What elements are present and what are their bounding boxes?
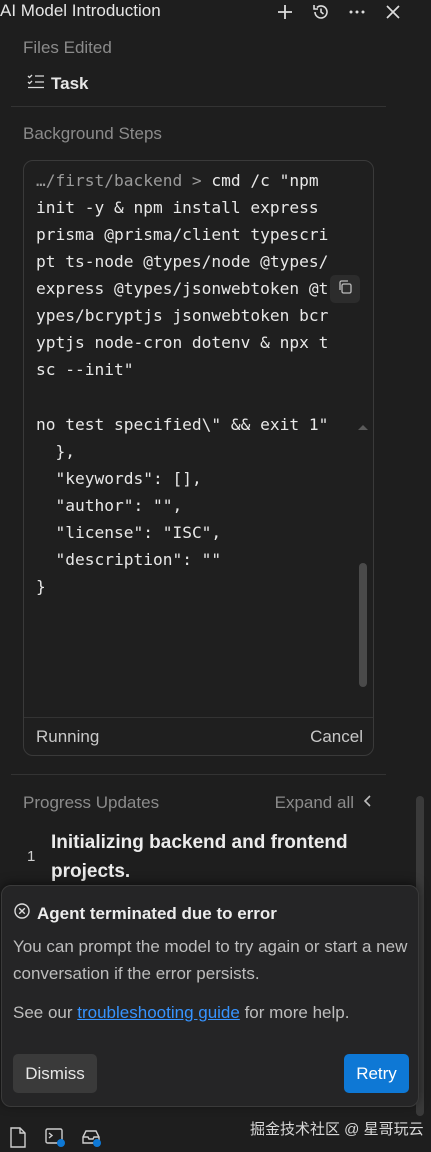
task-file-label: Task xyxy=(51,73,89,93)
terminal-prompt: …/first/backend > xyxy=(36,171,202,190)
retry-button[interactable]: Retry xyxy=(344,1054,409,1093)
checklist-icon xyxy=(27,72,45,95)
expand-all-toggle[interactable]: Expand all xyxy=(275,793,372,813)
error-notification: Agent terminated due to error You can pr… xyxy=(1,885,419,1107)
step-number: 1 xyxy=(27,848,36,865)
files-edited-heading: Files Edited xyxy=(23,38,112,57)
terminal-footer: Running Cancel xyxy=(24,717,373,755)
inbox-icon[interactable] xyxy=(80,1126,102,1148)
chevron-left-icon xyxy=(362,793,372,813)
new-icon[interactable] xyxy=(273,0,297,24)
close-icon[interactable] xyxy=(381,0,405,24)
terminal-status: Running xyxy=(36,727,100,746)
divider xyxy=(11,106,386,107)
terminal-command: …/first/backend > cmd /c "npm init -y & … xyxy=(36,167,336,383)
bottom-bar xyxy=(8,1126,102,1148)
expand-all-label: Expand all xyxy=(274,793,354,812)
help-suffix: for more help. xyxy=(239,1003,350,1022)
background-steps-heading: Background Steps xyxy=(23,124,162,143)
task-file-item[interactable]: Task xyxy=(27,72,89,95)
watermark-text: 掘金技术社区 @ 星哥玩云 xyxy=(250,1121,424,1138)
error-icon xyxy=(13,902,31,925)
terminal-scrollbar[interactable] xyxy=(356,419,370,691)
copy-button[interactable] xyxy=(330,275,360,303)
history-icon[interactable] xyxy=(309,0,333,24)
troubleshooting-link[interactable]: troubleshooting guide xyxy=(77,1003,240,1022)
terminal-output[interactable]: …/first/backend > cmd /c "npm init -y & … xyxy=(23,160,374,756)
terminal-icon[interactable] xyxy=(44,1126,66,1148)
more-icon[interactable] xyxy=(345,0,369,24)
scroll-up-icon[interactable] xyxy=(356,422,370,432)
help-prefix: See our xyxy=(13,1003,78,1022)
terminal-log: no test specified\" && exit 1" }, "keywo… xyxy=(36,415,329,596)
help-text: See our troubleshooting guide for more h… xyxy=(13,999,408,1026)
title-bar: AI Model Introduction xyxy=(0,0,431,24)
copy-icon xyxy=(337,279,353,300)
error-message: You can prompt the model to try again or… xyxy=(13,937,408,983)
error-header: Agent terminated due to error xyxy=(13,902,277,925)
terminal-command-text: cmd /c "npm init -y & npm install expres… xyxy=(36,171,329,379)
error-title: Agent terminated due to error xyxy=(37,903,277,923)
divider xyxy=(11,774,386,775)
scrollbar-thumb[interactable] xyxy=(359,563,367,687)
step-title: Initializing backend and frontend projec… xyxy=(51,832,348,882)
dismiss-button[interactable]: Dismiss xyxy=(13,1054,97,1093)
file-icon[interactable] xyxy=(8,1126,30,1148)
cancel-button[interactable]: Cancel xyxy=(310,727,363,747)
progress-updates-heading: Progress Updates xyxy=(23,793,160,812)
window-title: AI Model Introduction xyxy=(0,1,161,20)
